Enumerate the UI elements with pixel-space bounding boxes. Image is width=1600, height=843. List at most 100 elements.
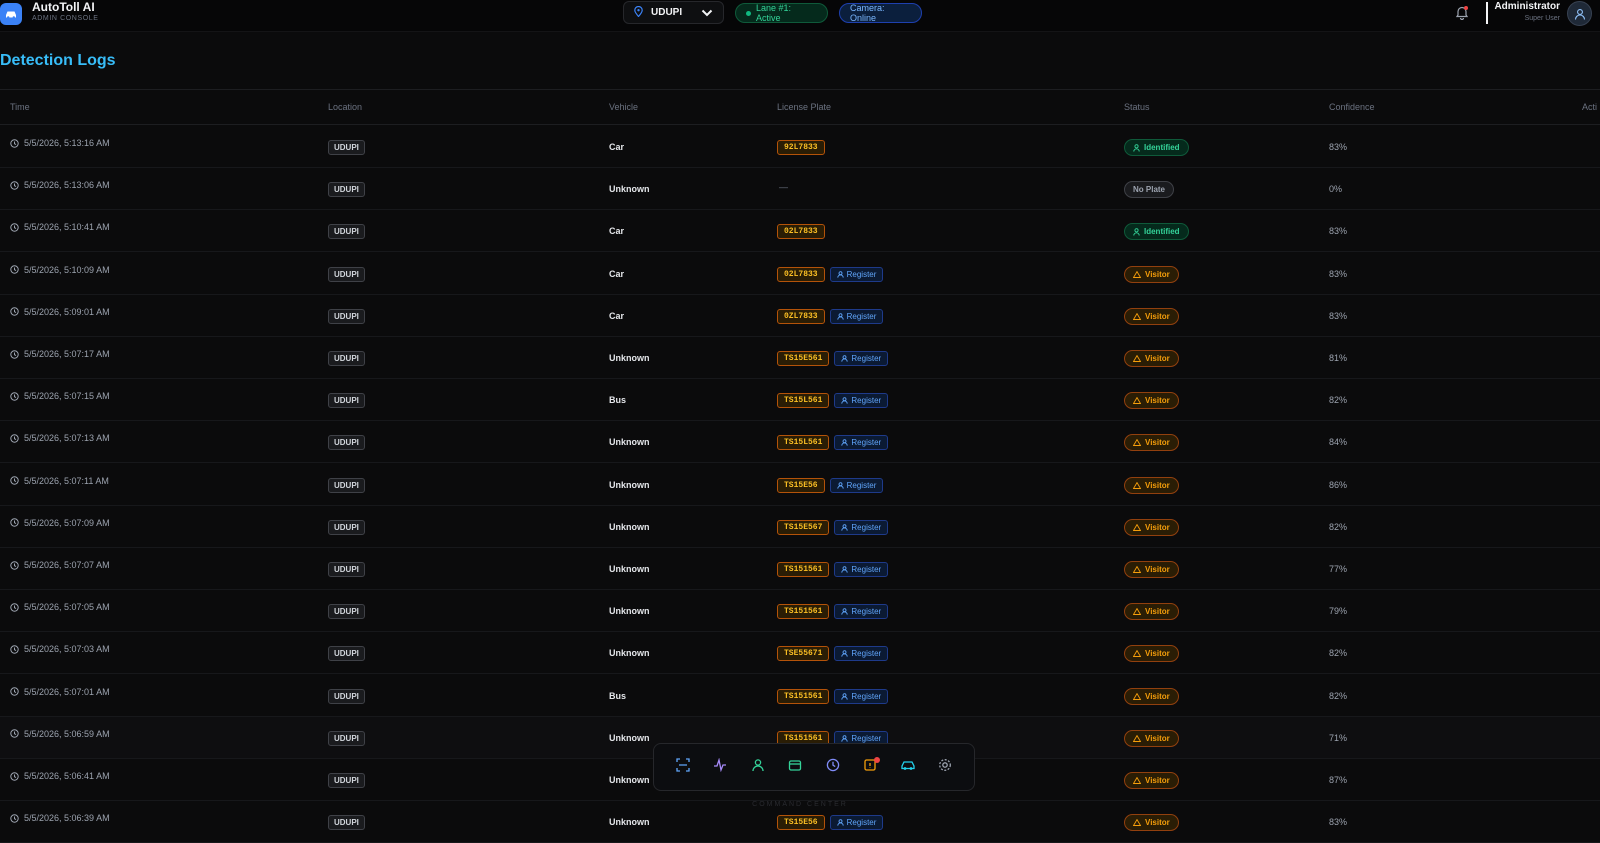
- vehicle-type: Car: [609, 268, 625, 279]
- table-row[interactable]: 5/5/2026, 5:07:17 AM UDUPI Unknown TS15E561…: [0, 337, 1600, 379]
- table-row[interactable]: 5/5/2026, 5:10:09 AM UDUPI Car 02L7833 Regis…: [0, 253, 1600, 295]
- dock-button-clock[interactable]: [819, 753, 847, 781]
- user-plus-icon: [841, 397, 849, 404]
- table-row[interactable]: 5/5/2026, 5:07:01 AM UDUPI Bus TS151561 Regi…: [0, 675, 1600, 717]
- register-button[interactable]: Register: [834, 562, 889, 577]
- lane-status-badge: Lane #1: Active: [735, 3, 828, 23]
- command-dock: [653, 743, 975, 791]
- time-value: 5/5/2026, 5:07:13 AM: [24, 433, 110, 444]
- table-row[interactable]: 5/5/2026, 5:09:01 AM UDUPI Car 0ZL7833 Regis…: [0, 295, 1600, 337]
- car-logo-icon: [0, 3, 22, 25]
- column-header-status[interactable]: Status: [1124, 102, 1150, 112]
- confidence-value: 83%: [1329, 268, 1348, 279]
- column-header-actions[interactable]: Acti: [1582, 102, 1597, 112]
- dock-button-wallet[interactable]: [781, 753, 809, 781]
- user-plus-icon: [841, 355, 849, 362]
- notification-bell-icon[interactable]: [1455, 5, 1469, 25]
- plate-cell: TS15E56 Register: [777, 815, 884, 831]
- register-label: Register: [846, 480, 877, 490]
- time-cell: 5/5/2026, 5:07:17 AM: [10, 349, 110, 359]
- register-button[interactable]: Register: [829, 266, 884, 282]
- time-value: 5/5/2026, 5:13:06 AM: [24, 180, 110, 191]
- status-cell: Visitor: [1124, 265, 1179, 283]
- time-value: 5/5/2026, 5:07:01 AM: [24, 686, 110, 697]
- confidence-value: 86%: [1329, 479, 1348, 490]
- table-row[interactable]: 5/5/2026, 5:07:03 AM UDUPI Unknown TSE55671…: [0, 632, 1600, 675]
- dock-button-activity[interactable]: [706, 753, 734, 781]
- register-button[interactable]: Register: [829, 477, 884, 493]
- status-badge: Visitor: [1124, 392, 1179, 410]
- status-badge: Visitor: [1124, 518, 1179, 536]
- scan-icon: [676, 757, 690, 777]
- dock-button-scan[interactable]: [669, 753, 697, 781]
- column-header-location[interactable]: Location: [328, 102, 362, 112]
- register-button[interactable]: Register: [829, 815, 884, 831]
- table-row[interactable]: 5/5/2026, 5:13:16 AM UDUPI Car 92L7833 Ident…: [0, 126, 1600, 168]
- column-header-time[interactable]: Time: [10, 102, 30, 112]
- dock-button-alert-note[interactable]: [856, 753, 884, 781]
- confidence-value: 81%: [1329, 353, 1348, 363]
- dock-label: COMMAND CENTER: [752, 801, 848, 808]
- table-row[interactable]: 5/5/2026, 5:07:09 AM UDUPI Unknown TS15E567…: [0, 506, 1600, 548]
- license-plate-badge: TS15E567: [777, 519, 830, 535]
- status-label: Visitor: [1145, 565, 1170, 574]
- table-row[interactable]: 5/5/2026, 5:07:05 AM UDUPI Unknown TS151561…: [0, 590, 1600, 633]
- dock-button-user[interactable]: [744, 753, 772, 781]
- gear-icon: [938, 758, 952, 777]
- status-label: Visitor: [1145, 438, 1170, 448]
- license-plate-badge: 02L7833: [777, 266, 825, 282]
- location-badge: UDUPI: [328, 519, 365, 535]
- plate-cell: TS15E567 Register: [777, 519, 889, 535]
- status-label: Visitor: [1145, 480, 1170, 490]
- time-cell: 5/5/2026, 5:09:01 AM: [10, 307, 110, 317]
- table-row[interactable]: 5/5/2026, 5:13:06 AM UDUPI Unknown — No Plat…: [0, 168, 1600, 211]
- table-row[interactable]: 5/5/2026, 5:07:15 AM UDUPI Bus TS15L561 Regi…: [0, 379, 1600, 422]
- column-header-confidence[interactable]: Confidence: [1329, 102, 1375, 112]
- register-label: Register: [851, 354, 882, 363]
- register-button[interactable]: Register: [834, 604, 889, 620]
- register-label: Register: [846, 818, 877, 828]
- brand[interactable]: AutoToll AI ADMIN CONSOLE: [0, 0, 99, 28]
- user-icon: [751, 758, 765, 777]
- register-button[interactable]: Register: [834, 688, 889, 704]
- register-button[interactable]: Register: [829, 308, 884, 324]
- column-header-license-plate[interactable]: License Plate: [777, 102, 831, 112]
- license-plate-badge: TS15L561: [777, 435, 830, 451]
- user-plus-icon: [841, 650, 849, 658]
- register-label: Register: [846, 311, 877, 321]
- time-value: 5/5/2026, 5:07:03 AM: [24, 644, 110, 655]
- status-badge: Visitor: [1124, 561, 1179, 578]
- register-button[interactable]: Register: [834, 393, 889, 409]
- table-row[interactable]: 5/5/2026, 5:07:13 AM UDUPI Unknown TS15L561…: [0, 421, 1600, 464]
- confidence-value: 77%: [1329, 564, 1348, 574]
- confidence-value: 83%: [1329, 817, 1348, 828]
- user-plus-icon: [841, 524, 849, 531]
- user-info[interactable]: Administrator Super User: [1490, 1, 1560, 22]
- user-avatar-icon: [1574, 8, 1585, 20]
- dock-button-car[interactable]: [894, 753, 922, 781]
- clock-icon: [10, 434, 19, 443]
- confidence-value: 71%: [1329, 732, 1348, 743]
- register-button[interactable]: Register: [834, 646, 889, 662]
- register-button[interactable]: Register: [834, 519, 889, 535]
- confidence-value: 82%: [1329, 648, 1348, 659]
- location-select[interactable]: UDUPI: [623, 1, 724, 24]
- clock-icon: [10, 180, 19, 190]
- status-badge: Visitor: [1124, 729, 1179, 747]
- table-row[interactable]: 5/5/2026, 5:10:41 AM UDUPI Car 02L7833 Ident…: [0, 210, 1600, 253]
- status-label: Visitor: [1145, 818, 1170, 828]
- register-button[interactable]: Register: [834, 351, 889, 366]
- license-plate-badge: TS15E56: [777, 477, 825, 493]
- table-row[interactable]: 5/5/2026, 5:07:11 AM UDUPI Unknown TS15E56 R…: [0, 464, 1600, 506]
- column-header-vehicle[interactable]: Vehicle: [609, 102, 638, 112]
- table-row[interactable]: 5/5/2026, 5:07:07 AM UDUPI Unknown TS151561…: [0, 548, 1600, 590]
- time-value: 5/5/2026, 5:10:41 AM: [24, 222, 110, 233]
- status-cell: Visitor: [1124, 645, 1179, 663]
- warning-icon: [1133, 439, 1141, 447]
- register-button[interactable]: Register: [834, 435, 889, 451]
- license-plate-badge: TS15E561: [777, 351, 830, 366]
- avatar[interactable]: [1567, 1, 1592, 26]
- page-title: Detection Logs: [0, 52, 116, 69]
- dock-button-gear[interactable]: [931, 753, 959, 781]
- plate-cell: TS15L561 Register: [777, 393, 889, 409]
